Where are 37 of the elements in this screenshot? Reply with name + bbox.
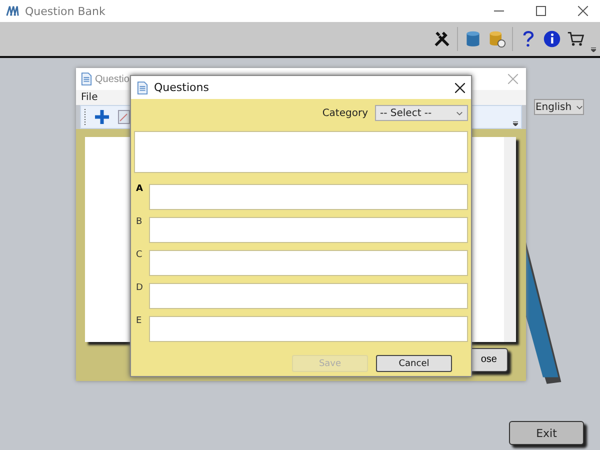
- language-dropdown[interactable]: English: [534, 99, 584, 115]
- answer-field[interactable]: [149, 217, 468, 243]
- question-field[interactable]: [134, 131, 468, 173]
- option-label: D: [135, 283, 144, 293]
- scrollbar[interactable]: [504, 137, 516, 342]
- option-label: C: [135, 250, 144, 260]
- exit-button[interactable]: Exit: [509, 421, 584, 445]
- answer-field[interactable]: [149, 250, 468, 276]
- menu-item[interactable]: File: [81, 92, 98, 103]
- dialog-title: Questions: [154, 81, 209, 94]
- maximize-icon[interactable]: [536, 6, 546, 16]
- category-dropdown[interactable]: -- Select --: [375, 105, 468, 121]
- overflow-icon[interactable]: [513, 121, 518, 126]
- overflow-icon[interactable]: [591, 47, 596, 52]
- close-icon[interactable]: [455, 82, 465, 92]
- app-logo-icon: [6, 5, 19, 17]
- chevron-icon[interactable]: [576, 104, 583, 110]
- close-icon[interactable]: [578, 6, 588, 16]
- answer-field[interactable]: [149, 316, 468, 342]
- answer-field[interactable]: [149, 283, 468, 309]
- document-icon: [137, 80, 148, 94]
- option-label: A: [135, 184, 144, 194]
- document-icon: [81, 72, 92, 86]
- chevron-icon[interactable]: [456, 110, 463, 116]
- option-label: B: [135, 217, 144, 227]
- tools-icon[interactable]: [433, 30, 451, 48]
- cart-icon[interactable]: [567, 30, 585, 48]
- cancel-button[interactable]: Cancel: [376, 355, 452, 372]
- window-title: Questio: [95, 74, 130, 84]
- info-icon[interactable]: [543, 30, 561, 48]
- edit-icon[interactable]: [118, 110, 130, 124]
- answer-field[interactable]: [149, 184, 468, 210]
- add-icon[interactable]: [94, 109, 110, 125]
- window-title: Question Bank: [25, 4, 106, 18]
- category-label: Category: [322, 108, 368, 118]
- option-label: E: [135, 316, 143, 326]
- database-icon[interactable]: [464, 30, 482, 48]
